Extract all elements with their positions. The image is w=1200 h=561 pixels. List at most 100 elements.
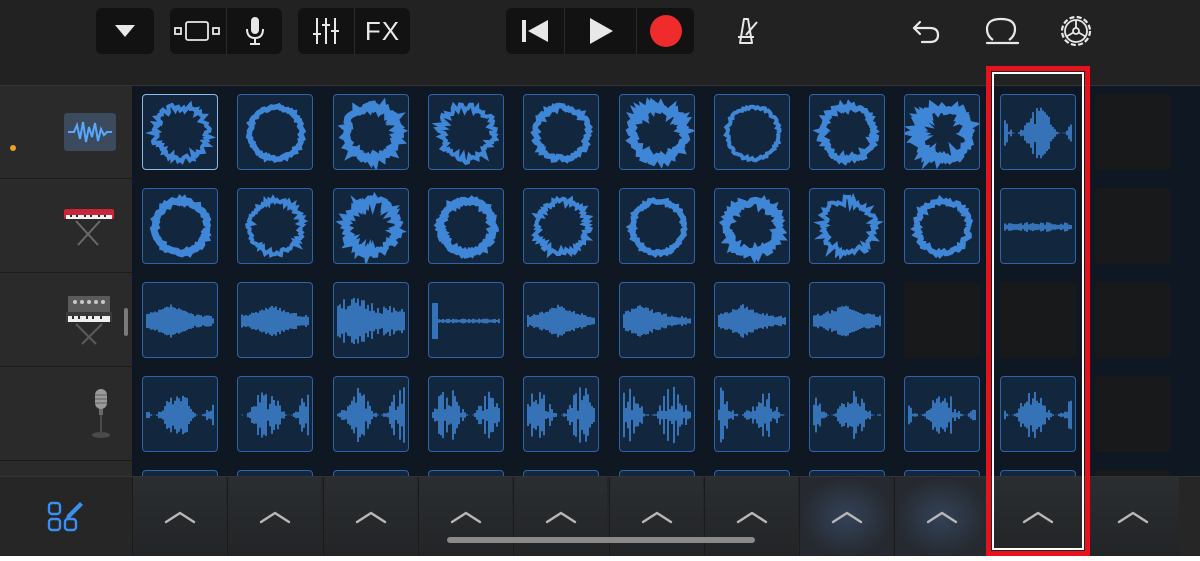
loop-cell[interactable] [333,94,409,170]
track-header-audio[interactable] [0,86,132,179]
chevron-up-icon [450,511,481,524]
loop-cell[interactable] [428,282,504,358]
record-enable-indicator [10,145,16,151]
loop-cell[interactable] [714,188,790,264]
column-trigger-button[interactable] [513,477,607,556]
ring-clip-graphic [431,101,500,166]
wave-clip-graphic [813,391,881,439]
settings-button[interactable] [1050,8,1102,54]
column-trigger-button[interactable] [418,477,512,556]
settings-icon [1060,15,1092,47]
track-header-synth[interactable] [0,274,132,367]
loop-cell[interactable] [809,188,885,264]
decay-clip-graphic [527,304,595,338]
loop-cell[interactable] [142,188,218,264]
microphone-icon [245,17,264,45]
loop-cell[interactable] [619,282,695,358]
column-trigger-button[interactable] [799,477,893,556]
edit-grid-icon [47,501,83,532]
loop-cell[interactable] [904,94,980,170]
column-trigger-button[interactable] [704,477,798,556]
spike-clip-graphic [432,303,500,339]
chevron-up-icon [1117,511,1148,524]
loop-cell[interactable] [428,188,504,264]
loop-cell[interactable] [237,376,313,452]
play-button[interactable] [564,8,636,54]
loop-cell[interactable] [904,188,980,264]
loop-cell[interactable] [142,282,218,358]
loop-cell[interactable] [237,94,313,170]
fx-button[interactable]: FX [354,8,410,54]
loop-cell[interactable] [237,282,313,358]
loop-cell[interactable] [142,376,218,452]
loop-cell[interactable] [428,376,504,452]
rewind-button[interactable] [506,8,564,54]
chevron-up-icon [831,511,862,524]
play-icon [589,18,613,44]
loop-cell[interactable] [523,282,599,358]
chevron-up-icon [355,511,386,524]
record-button[interactable] [636,8,694,54]
loop-cell[interactable] [523,94,599,170]
loop-cell[interactable] [428,94,504,170]
empty-cell[interactable] [904,282,980,358]
loop-cell[interactable] [237,188,313,264]
loop-cell[interactable] [904,376,980,452]
loop-cell[interactable] [333,188,409,264]
loop-cell[interactable] [809,282,885,358]
undo-button[interactable] [900,8,952,54]
column-trigger-button[interactable] [1085,477,1179,556]
loop-browser-button[interactable] [976,8,1028,54]
loop-cell[interactable] [809,376,885,452]
column-trigger-button[interactable] [894,477,988,556]
column-trigger-button[interactable] [609,477,703,556]
loop-cell[interactable] [619,376,695,452]
ring-clip-graphic [910,194,974,259]
empty-cell[interactable] [1095,282,1171,358]
chevron-up-icon [259,511,290,524]
loop-cell[interactable] [714,94,790,170]
rewind-icon [522,20,548,42]
loop-cell[interactable] [523,376,599,452]
metronome-icon [738,18,758,44]
wave-clip-graphic [241,392,309,438]
track-header-column [0,86,132,476]
loop-cell[interactable] [619,188,695,264]
loop-cell[interactable] [619,94,695,170]
empty-cell[interactable] [1095,94,1171,170]
wave-clip-graphic [527,387,595,443]
track-header-vocal[interactable] [0,368,132,461]
decay-clip-graphic [813,305,881,337]
browser-menu-button[interactable] [96,8,154,54]
chevron-down-icon [115,25,135,37]
loop-cell[interactable] [714,282,790,358]
loop-cell[interactable] [809,94,885,170]
view-toggle-button[interactable] [170,8,226,54]
ring-clip-graphic [812,99,880,166]
column-trigger-button[interactable] [227,477,321,556]
column-highlight-inner [992,72,1084,550]
mixer-button[interactable] [298,8,354,54]
decay-clip-graphic [718,304,786,338]
metronome-button[interactable] [720,8,772,54]
ring-clip-graphic [905,99,979,169]
loop-cell[interactable] [523,188,599,264]
track-header-keyboard[interactable] [0,180,132,273]
microphone-button[interactable] [226,8,282,54]
wave-clip-graphic [718,387,786,443]
track-scroll-handle[interactable] [124,308,128,336]
empty-cell[interactable] [1095,376,1171,452]
loop-cell[interactable] [714,376,790,452]
empty-cell[interactable] [1095,188,1171,264]
ring-clip-graphic [625,197,688,258]
chevron-up-icon [926,511,957,524]
edit-cells-button[interactable] [0,477,132,556]
loop-cell[interactable] [333,282,409,358]
loop-cell[interactable] [333,376,409,452]
loop-cell[interactable] [142,94,218,170]
ring-clip-graphic [531,195,594,259]
column-trigger-button[interactable] [132,477,226,556]
wave-clip-graphic [432,390,500,440]
column-trigger-button[interactable] [323,477,417,556]
ring-clip-graphic [723,104,782,163]
